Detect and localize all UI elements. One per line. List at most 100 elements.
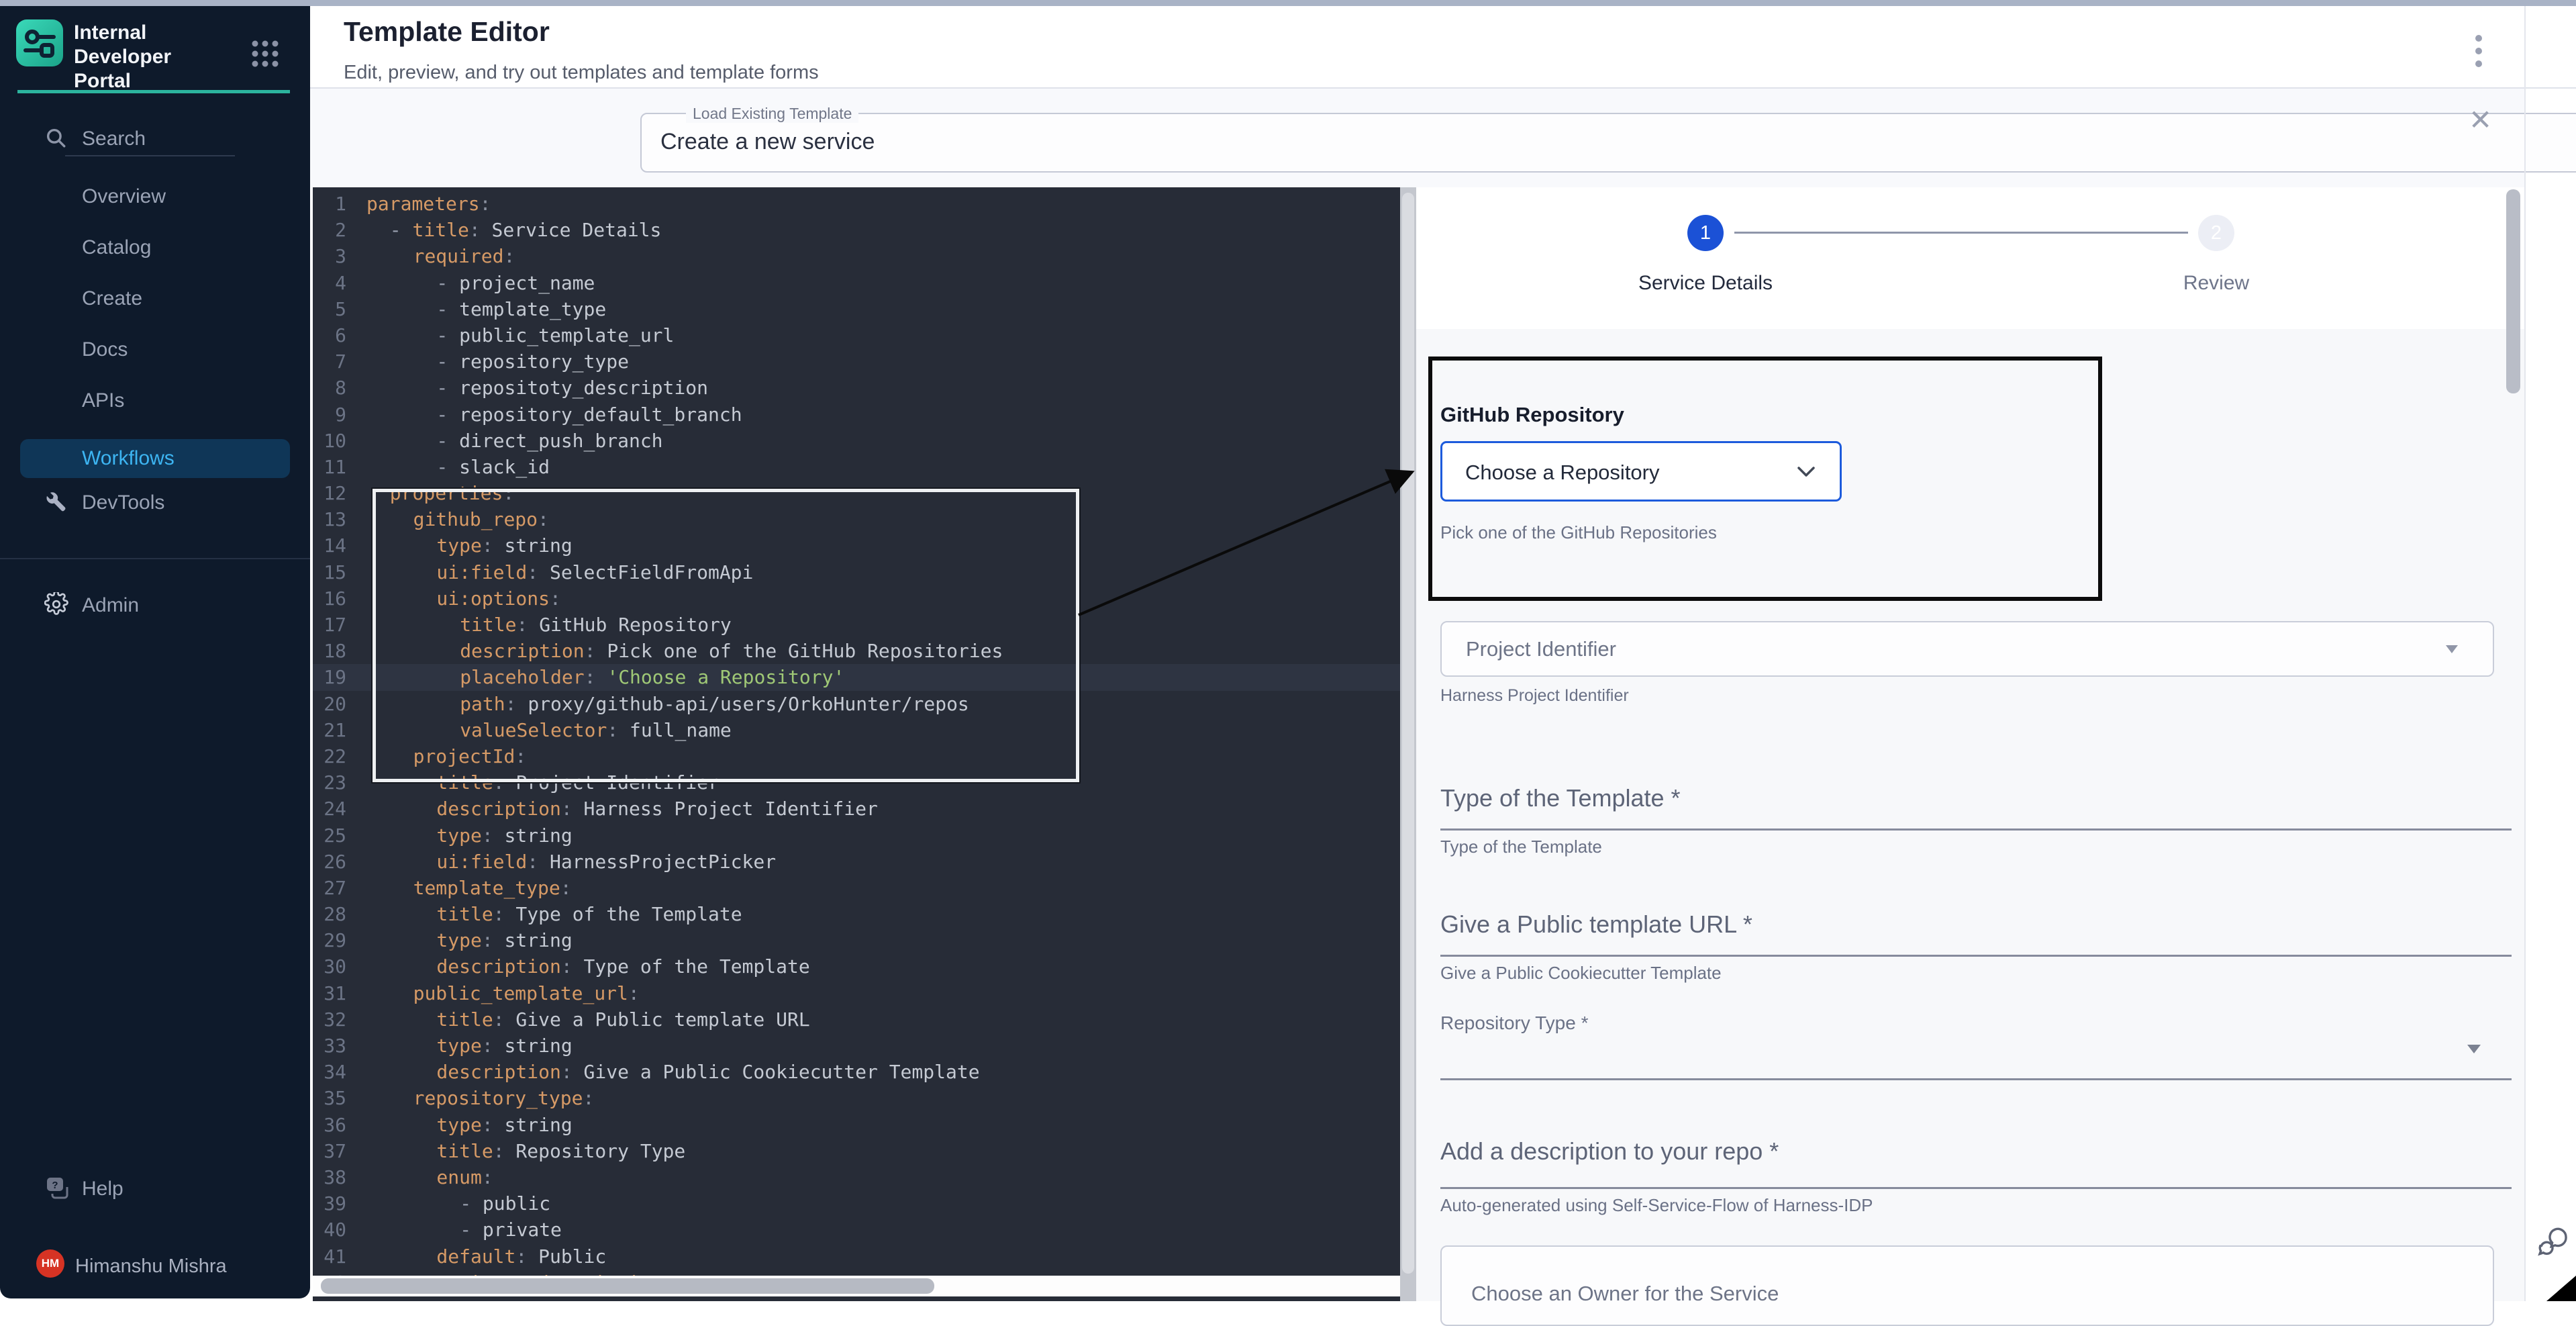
code-line-30[interactable]: 30description: Type of the Template xyxy=(313,953,1400,980)
code-line-28[interactable]: 28title: Type of the Template xyxy=(313,901,1400,927)
code-line-1[interactable]: 1parameters: xyxy=(313,191,1400,217)
sidebar-item-apis[interactable]: APIs xyxy=(0,381,310,420)
code-line-37[interactable]: 37title: Repository Type xyxy=(313,1138,1400,1164)
line-number: 21 xyxy=(313,717,346,743)
code-text: ui:field: HarnessProjectPicker xyxy=(366,849,776,875)
github-repository-select[interactable]: Choose a Repository xyxy=(1440,441,1842,502)
code-line-10[interactable]: 10- direct_push_branch xyxy=(313,428,1400,454)
line-number: 39 xyxy=(313,1190,346,1217)
owner-select[interactable]: Choose an Owner for the Service xyxy=(1440,1245,2494,1326)
code-line-13[interactable]: 13github_repo: xyxy=(313,506,1400,532)
code-line-35[interactable]: 35repository_type: xyxy=(313,1085,1400,1111)
code-line-5[interactable]: 5- template_type xyxy=(313,296,1400,322)
editor-horizontal-scrollbar-thumb[interactable] xyxy=(321,1278,934,1294)
portal-title: Internal Developer Portal xyxy=(74,21,228,93)
code-line-17[interactable]: 17 title: GitHub Repository xyxy=(313,612,1400,638)
kebab-menu-icon[interactable] xyxy=(2475,35,2482,67)
code-line-20[interactable]: 20path: proxy/github-api/users/OrkoHunte… xyxy=(313,691,1400,717)
gear-icon xyxy=(44,592,68,620)
code-line-11[interactable]: 11- slack_id xyxy=(313,454,1400,480)
sidebar-item-create[interactable]: Create xyxy=(0,279,310,318)
line-number: 20 xyxy=(313,691,346,717)
code-line-25[interactable]: 25type: string xyxy=(313,822,1400,849)
code-line-21[interactable]: 21valueSelector: full_name xyxy=(313,717,1400,743)
sidebar-item-help[interactable]: ? Help xyxy=(0,1170,310,1209)
code-line-22[interactable]: 22projectId: xyxy=(313,743,1400,769)
code-line-3[interactable]: 3required: xyxy=(313,243,1400,269)
project-identifier-placeholder: Project Identifier xyxy=(1466,637,1616,661)
code-line-7[interactable]: 7- repository_type xyxy=(313,348,1400,375)
code-line-36[interactable]: 36type: string xyxy=(313,1112,1400,1138)
code-line-4[interactable]: 4- project_name xyxy=(313,270,1400,296)
line-number: 4 xyxy=(313,270,346,296)
sidebar-item-devtools[interactable]: DevTools xyxy=(0,483,310,522)
sidebar-item-admin[interactable]: Admin xyxy=(0,586,310,625)
template-type-field[interactable]: Type of the Template * Type of the Templ… xyxy=(1440,784,2512,812)
code-line-41[interactable]: 41default: Public xyxy=(313,1243,1400,1270)
sidebar-item-search[interactable]: Search xyxy=(0,120,310,158)
avatar[interactable]: HM xyxy=(36,1249,64,1278)
page-scrollbar-thumb[interactable] xyxy=(2506,189,2520,393)
code-line-19[interactable]: 19placeholder: 'Choose a Repository' xyxy=(313,664,1400,690)
code-line-6[interactable]: 6- public_template_url xyxy=(313,322,1400,348)
portal-logo-icon[interactable] xyxy=(16,19,63,66)
line-number: 1 xyxy=(313,191,346,217)
repository-type-field[interactable]: Repository Type * xyxy=(1440,1012,2512,1034)
sidebar-item-workflows[interactable]: Workflows xyxy=(20,439,290,478)
code-line-29[interactable]: 29type: string xyxy=(313,927,1400,953)
code-line-16[interactable]: 16ui:options: xyxy=(313,585,1400,612)
line-number: 17 xyxy=(313,612,346,638)
sidebar-item-catalog[interactable]: Catalog xyxy=(0,228,310,267)
code-line-38[interactable]: 38enum: xyxy=(313,1164,1400,1190)
yaml-code-editor[interactable]: 1parameters:2 - title: Service Details3re… xyxy=(313,187,1400,1301)
line-number: 2 xyxy=(313,217,346,243)
code-line-26[interactable]: 26ui:field: HarnessProjectPicker xyxy=(313,849,1400,875)
code-line-27[interactable]: 27template_type: xyxy=(313,875,1400,901)
code-line-2[interactable]: 2 - title: Service Details xyxy=(313,217,1400,243)
line-number: 32 xyxy=(313,1006,346,1033)
line-number: 31 xyxy=(313,980,346,1006)
sidebar-item-overview[interactable]: Overview xyxy=(0,177,310,216)
code-text: projectId: xyxy=(366,743,526,769)
code-text: - title: Service Details xyxy=(366,217,661,243)
code-text: title: GitHub Repository xyxy=(366,612,732,638)
code-line-32[interactable]: 32 title: Give a Public template URL xyxy=(313,1006,1400,1033)
code-line-34[interactable]: 34description: Give a Public Cookiecutte… xyxy=(313,1059,1400,1085)
close-icon[interactable]: ✕ xyxy=(2469,106,2492,134)
line-number: 30 xyxy=(313,953,346,980)
github-repository-label: GitHub Repository xyxy=(1440,403,1624,427)
public-template-url-field[interactable]: Give a Public template URL * Give a Publ… xyxy=(1440,910,2512,939)
app-grid-icon[interactable] xyxy=(250,38,281,73)
code-line-24[interactable]: 24description: Harness Project Identifie… xyxy=(313,796,1400,822)
repo-description-field[interactable]: Add a description to your repo * Auto-ge… xyxy=(1440,1137,2512,1166)
code-line-12[interactable]: 12properties: xyxy=(313,480,1400,506)
code-line-9[interactable]: 9- repository_default_branch xyxy=(313,401,1400,428)
code-text: type: string xyxy=(366,927,573,953)
code-line-23[interactable]: 23title: Project Identifier xyxy=(313,769,1400,796)
template-type-label: Type of the Template * xyxy=(1440,784,2512,812)
code-text: - slack_id xyxy=(366,454,550,480)
code-text: description: Harness Project Identifier xyxy=(366,796,878,822)
stepper-step-2[interactable]: 2 xyxy=(2198,215,2234,251)
code-line-14[interactable]: 14type: string xyxy=(313,532,1400,559)
code-line-39[interactable]: 39- public xyxy=(313,1190,1400,1217)
code-text: - repository_type xyxy=(366,348,629,375)
code-line-31[interactable]: 31public_template_url: xyxy=(313,980,1400,1006)
project-identifier-select[interactable]: Project Identifier xyxy=(1440,621,2494,677)
line-number: 12 xyxy=(313,480,346,506)
user-name[interactable]: Himanshu Mishra xyxy=(75,1256,227,1278)
code-line-8[interactable]: 8- repositoty_description xyxy=(313,375,1400,401)
code-text: enum: xyxy=(366,1164,493,1190)
chat-bubbles-icon[interactable] xyxy=(2537,1225,2569,1266)
stepper-step-1[interactable]: 1 xyxy=(1687,215,1724,251)
code-line-15[interactable]: 15ui:field: SelectFieldFromApi xyxy=(313,559,1400,585)
load-existing-template-combobox[interactable]: Load Existing Template Create a new serv… xyxy=(640,113,2576,173)
code-line-40[interactable]: 40- private xyxy=(313,1217,1400,1243)
code-text: title: Give a Public template URL xyxy=(366,1006,810,1033)
code-line-33[interactable]: 33type: string xyxy=(313,1033,1400,1059)
editor-vertical-scrollbar-thumb[interactable] xyxy=(1402,193,1414,1274)
code-line-18[interactable]: 18description: Pick one of the GitHub Re… xyxy=(313,638,1400,664)
sidebar-item-label: Search xyxy=(82,128,146,150)
sidebar-item-docs[interactable]: Docs xyxy=(0,330,310,369)
line-number: 35 xyxy=(313,1085,346,1111)
